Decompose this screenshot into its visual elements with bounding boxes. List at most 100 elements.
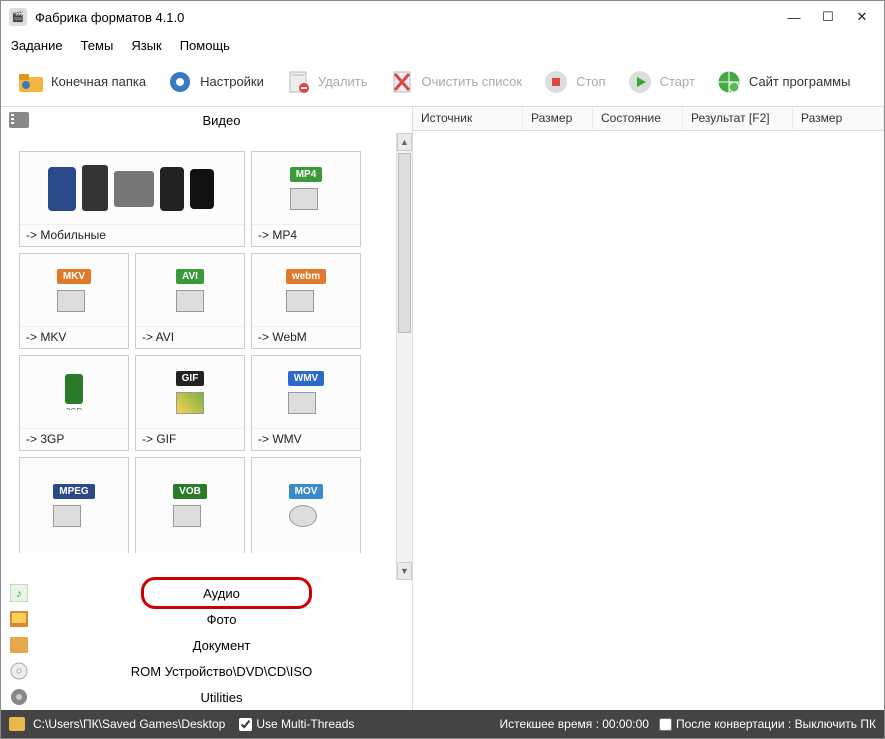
col-result[interactable]: Результат [F2] <box>683 107 793 130</box>
settings-label: Настройки <box>200 74 264 89</box>
tile-3gp-label: -> 3GP <box>20 428 128 450</box>
maximize-button[interactable]: ☐ <box>820 9 836 25</box>
vob-icon: VOB <box>136 458 244 553</box>
tile-mp4[interactable]: MP4 -> MP4 <box>251 151 361 247</box>
mov-icon: MOV <box>252 458 360 553</box>
wmv-icon: WMV <box>252 356 360 428</box>
tile-wmv-label: -> WMV <box>252 428 360 450</box>
utilities-icon <box>9 688 29 706</box>
tile-mpeg[interactable]: MPEG <box>19 457 129 553</box>
tile-mkv[interactable]: MKV -> MKV <box>19 253 129 349</box>
start-icon <box>626 68 654 96</box>
video-icon <box>9 111 29 129</box>
mp4-icon: MP4 <box>252 152 360 224</box>
photo-icon <box>9 610 29 628</box>
gear-icon <box>166 68 194 96</box>
svg-text:♪: ♪ <box>16 588 22 600</box>
mpeg-icon: MPEG <box>20 458 128 553</box>
category-rom[interactable]: ROM Устройство\DVD\CD\ISO <box>1 658 412 684</box>
category-utilities[interactable]: Utilities <box>1 684 412 710</box>
website-label: Сайт программы <box>749 74 851 89</box>
col-size[interactable]: Размер <box>523 107 593 130</box>
menu-help[interactable]: Помощь <box>180 38 230 53</box>
mobile-devices-icon <box>20 152 244 224</box>
menu-task[interactable]: Задание <box>11 38 63 53</box>
minimize-button[interactable]: — <box>786 9 802 25</box>
utilities-label: Utilities <box>39 690 404 705</box>
scroll-up-button[interactable]: ▲ <box>397 133 412 151</box>
tile-mkv-label: -> MKV <box>20 326 128 348</box>
toolbar: Конечная папка Настройки Удалить Очистит… <box>1 57 884 107</box>
afterconv-option[interactable]: После конвертации : Выключить ПК <box>659 717 876 731</box>
category-audio[interactable]: ♪ Аудио <box>1 580 412 606</box>
mkv-icon: MKV <box>20 254 128 326</box>
category-header-video[interactable]: Видео <box>1 107 412 133</box>
stop-label: Стоп <box>576 74 605 89</box>
tile-3gp[interactable]: 3GP -> 3GP <box>19 355 129 451</box>
tile-gif[interactable]: GIF -> GIF <box>135 355 245 451</box>
col-state[interactable]: Состояние <box>593 107 683 130</box>
format-grid: -> Мобильные MP4 -> MP4 MKV -> MKV AVI -… <box>1 133 412 553</box>
list-header: Источник Размер Состояние Результат [F2]… <box>413 107 884 131</box>
svg-text:3GP: 3GP <box>66 407 82 410</box>
tile-avi-label: -> AVI <box>136 326 244 348</box>
folder-icon[interactable] <box>9 717 25 731</box>
list-body <box>413 131 884 710</box>
menu-themes[interactable]: Темы <box>81 38 114 53</box>
delete-button[interactable]: Удалить <box>276 64 376 100</box>
close-button[interactable]: ✕ <box>854 9 870 25</box>
tile-webm[interactable]: webm -> WebM <box>251 253 361 349</box>
stop-button[interactable]: Стоп <box>534 64 613 100</box>
website-button[interactable]: Сайт программы <box>707 64 859 100</box>
col-source[interactable]: Источник <box>413 107 523 130</box>
rom-label: ROM Устройство\DVD\CD\ISO <box>39 664 404 679</box>
output-folder-label: Конечная папка <box>51 74 146 89</box>
multithread-option[interactable]: Use Multi-Threads <box>239 717 354 731</box>
clear-icon <box>388 68 416 96</box>
document-label: Документ <box>39 638 404 653</box>
clear-label: Очистить список <box>422 74 523 89</box>
app-icon: 🎬 <box>9 8 27 26</box>
col-size2[interactable]: Размер <box>793 107 884 130</box>
category-photo[interactable]: Фото <box>1 606 412 632</box>
window-controls: — ☐ ✕ <box>786 9 876 25</box>
window-title: Фабрика форматов 4.1.0 <box>35 10 786 25</box>
gif-icon: GIF <box>136 356 244 428</box>
webm-icon: webm <box>252 254 360 326</box>
titlebar: 🎬 Фабрика форматов 4.1.0 — ☐ ✕ <box>1 1 884 33</box>
category-document[interactable]: Документ <box>1 632 412 658</box>
afterconv-label: После конвертации : Выключить ПК <box>676 717 876 731</box>
disc-icon <box>9 662 29 680</box>
category-list: ♪ Аудио Фото Документ ROM Устройство\DVD… <box>1 580 412 710</box>
right-pane: Источник Размер Состояние Результат [F2]… <box>413 107 884 710</box>
tile-mov[interactable]: MOV <box>251 457 361 553</box>
tile-wmv[interactable]: WMV -> WMV <box>251 355 361 451</box>
start-button[interactable]: Старт <box>618 64 703 100</box>
folder-icon <box>17 68 45 96</box>
multithread-checkbox[interactable] <box>239 718 252 731</box>
video-label: Видео <box>39 113 404 128</box>
clear-list-button[interactable]: Очистить список <box>380 64 531 100</box>
tile-mobile[interactable]: -> Мобильные <box>19 151 245 247</box>
settings-button[interactable]: Настройки <box>158 64 272 100</box>
app-window: 🎬 Фабрика форматов 4.1.0 — ☐ ✕ Задание Т… <box>0 0 885 739</box>
output-folder-button[interactable]: Конечная папка <box>9 64 154 100</box>
audio-label: Аудио <box>39 586 404 601</box>
audio-icon: ♪ <box>9 584 29 602</box>
tile-mobile-label: -> Мобильные <box>20 224 244 246</box>
scroll-down-button[interactable]: ▼ <box>397 562 412 580</box>
tile-avi[interactable]: AVI -> AVI <box>135 253 245 349</box>
format-scroll-area: -> Мобильные MP4 -> MP4 MKV -> MKV AVI -… <box>1 133 412 580</box>
statusbar: C:\Users\ПК\Saved Games\Desktop Use Mult… <box>1 710 884 738</box>
tile-vob[interactable]: VOB <box>135 457 245 553</box>
avi-icon: AVI <box>136 254 244 326</box>
menu-lang[interactable]: Язык <box>131 38 161 53</box>
3gp-icon: 3GP <box>20 356 128 428</box>
afterconv-checkbox[interactable] <box>659 718 672 731</box>
scroll-thumb[interactable] <box>398 153 411 333</box>
elapsed-time: Истекшее время : 00:00:00 <box>500 717 649 731</box>
delete-label: Удалить <box>318 74 368 89</box>
stop-icon <box>542 68 570 96</box>
delete-icon <box>284 68 312 96</box>
scrollbar[interactable]: ▲ ▼ <box>396 133 412 580</box>
